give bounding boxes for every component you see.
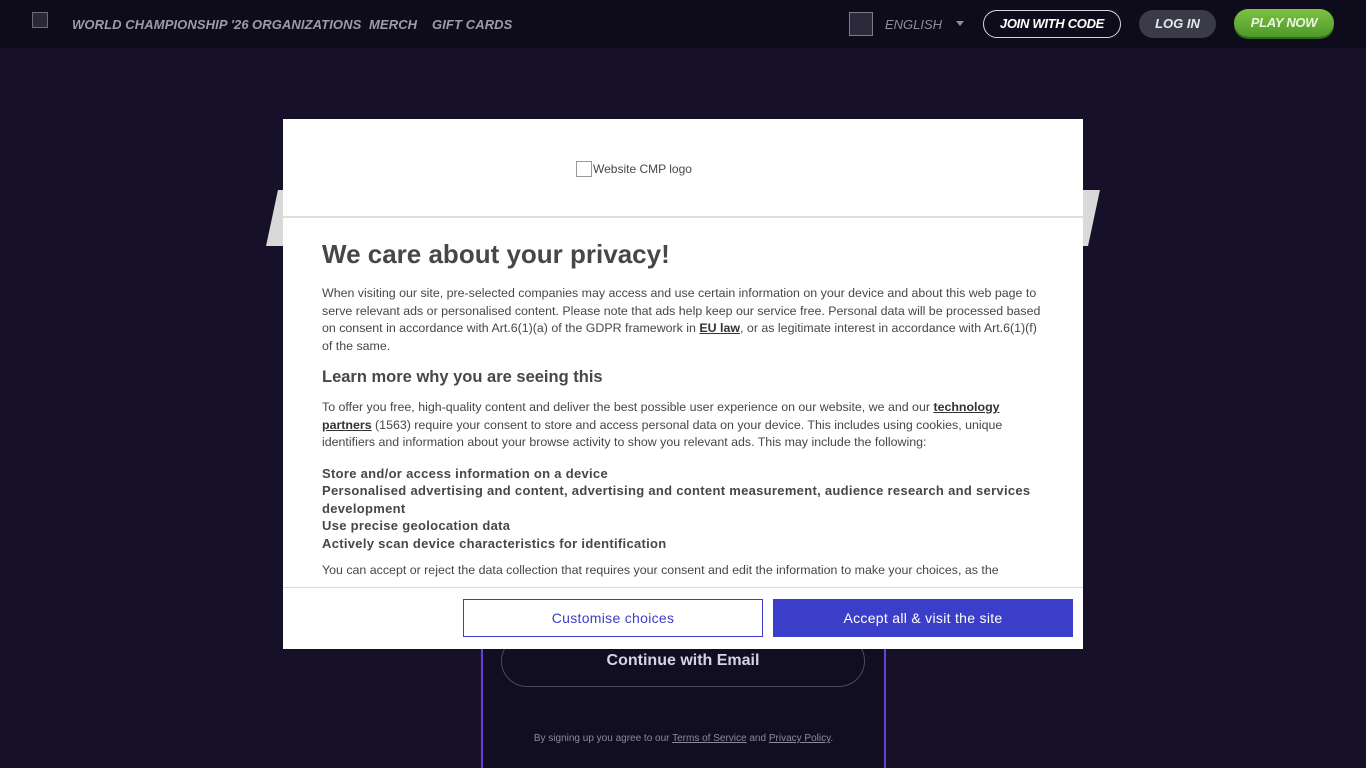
consent-modal-header: Website CMP logo (283, 119, 1083, 218)
customise-choices-button[interactable]: Customise choices (463, 599, 763, 637)
nav-link-merch[interactable]: MERCH (369, 17, 417, 32)
nav-link-world-championship[interactable]: WORLD CHAMPIONSHIP '26 (72, 17, 249, 32)
language-flag-icon[interactable] (849, 12, 873, 36)
consent-modal-footer: Customise choices Accept all & visit the… (283, 587, 1083, 649)
consent-offer-paragraph: To offer you free, high-quality content … (322, 399, 1044, 452)
caret-down-icon[interactable] (956, 21, 964, 26)
eu-law-link[interactable]: EU law (699, 321, 740, 335)
consent-modal: Website CMP logo We care about your priv… (283, 119, 1083, 649)
purpose-item: Actively scan device characteristics for… (322, 535, 667, 551)
join-with-code-button[interactable]: JOIN WITH CODE (983, 10, 1121, 38)
play-now-button[interactable]: PLAY NOW (1234, 9, 1334, 37)
consent-truncated-paragraph: You can accept or reject the data collec… (322, 563, 999, 577)
signup-legal-text: By signing up you agree to our Terms of … (481, 733, 886, 744)
purpose-item: Store and/or access information on a dev… (322, 465, 608, 481)
privacy-policy-link[interactable]: Privacy Policy (769, 733, 831, 744)
log-in-button[interactable]: LOG IN (1139, 10, 1216, 38)
site-logo-icon[interactable] (32, 12, 48, 28)
accept-all-button[interactable]: Accept all & visit the site (773, 599, 1073, 637)
purpose-list: Store and/or access information on a dev… (322, 465, 1044, 553)
cmp-logo: Website CMP logo (576, 161, 692, 177)
consent-offer-text: To offer you free, high-quality content … (322, 400, 930, 414)
legal-period: . (830, 733, 834, 744)
consent-intro-paragraph: When visiting our site, pre-selected com… (322, 285, 1044, 355)
consent-offer-text-end: (1563) require your consent to store and… (322, 417, 1003, 450)
purpose-item: Personalised advertising and content, ad… (322, 483, 1031, 516)
learn-more-heading: Learn more why you are seeing this (322, 368, 603, 386)
broken-image-icon (576, 161, 592, 177)
nav-link-gift-cards[interactable]: GIFT CARDS (432, 17, 512, 32)
purpose-item: Use precise geolocation data (322, 518, 511, 533)
legal-prefix: By signing up you agree to our (533, 733, 670, 744)
top-nav: WORLD CHAMPIONSHIP '26 ORGANIZATIONS MER… (0, 0, 1366, 48)
cmp-logo-alt-text: Website CMP logo (593, 162, 692, 176)
nav-link-organizations[interactable]: ORGANIZATIONS (252, 17, 361, 32)
legal-and: and (749, 733, 767, 744)
terms-of-service-link[interactable]: Terms of Service (672, 733, 746, 744)
consent-modal-body[interactable]: We care about your privacy! When visitin… (322, 237, 1044, 582)
consent-title: We care about your privacy! (322, 239, 670, 269)
language-selector[interactable]: ENGLISH (885, 17, 942, 32)
